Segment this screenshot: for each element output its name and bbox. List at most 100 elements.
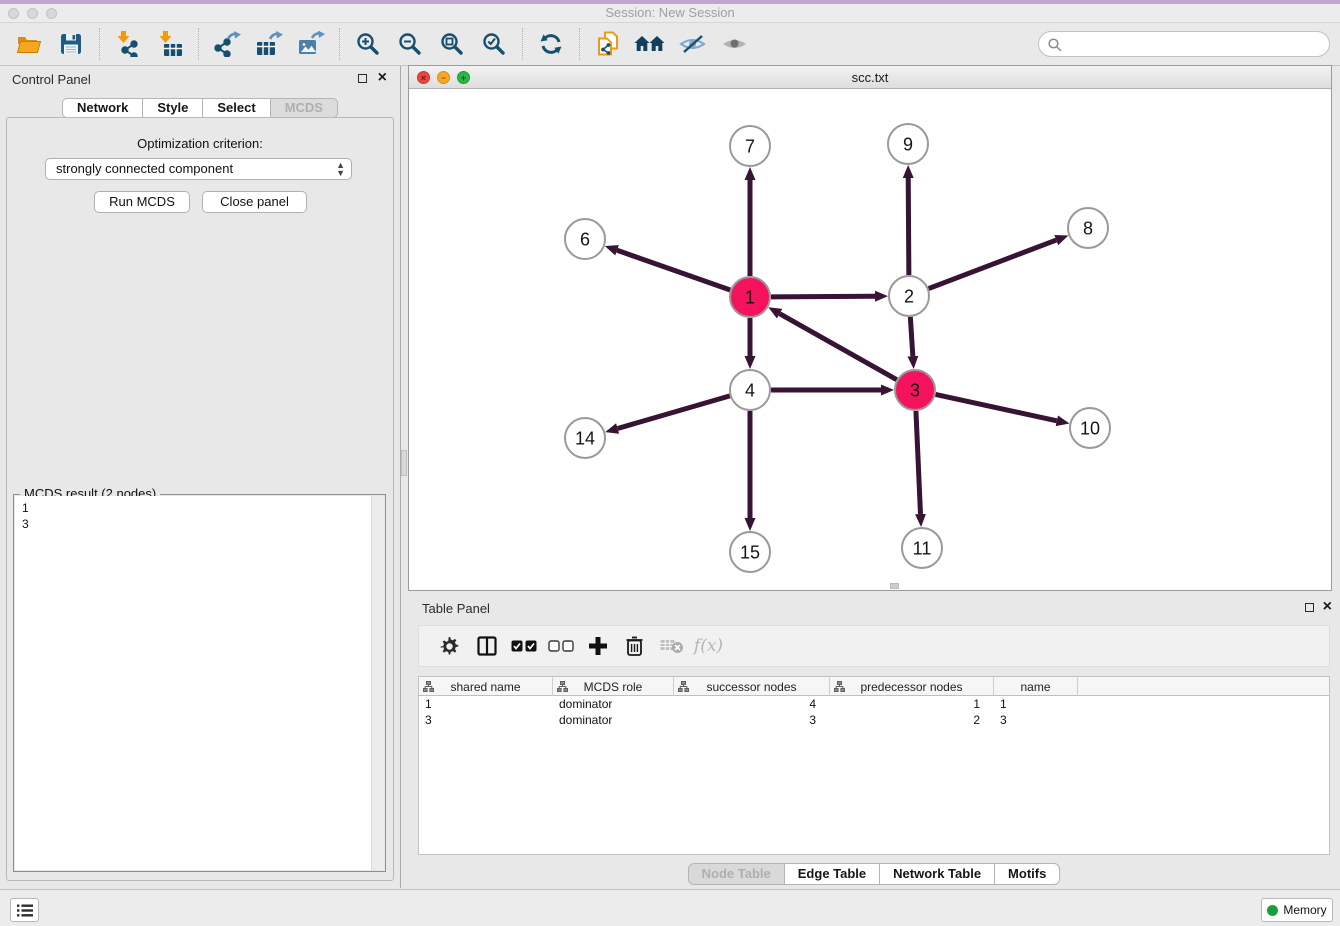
houses-icon bbox=[634, 33, 666, 55]
column-header-label: predecessor nodes bbox=[860, 680, 962, 694]
new-network-from-selection-button[interactable] bbox=[587, 26, 629, 62]
tab-select[interactable]: Select bbox=[203, 98, 270, 118]
edge-2-8[interactable] bbox=[929, 240, 1057, 288]
fx-icon: f(x) bbox=[694, 636, 723, 656]
export-table-button[interactable] bbox=[248, 26, 290, 62]
search-input[interactable] bbox=[1067, 33, 1317, 55]
select-all-rows-button[interactable] bbox=[505, 631, 542, 661]
memory-status-icon bbox=[1267, 905, 1278, 916]
tab-network-table[interactable]: Network Table bbox=[880, 863, 995, 885]
function-builder-button[interactable]: f(x) bbox=[690, 631, 727, 661]
mcds-result-line: 3 bbox=[22, 516, 384, 532]
edge-1-2[interactable] bbox=[771, 296, 875, 297]
table-settings-button[interactable] bbox=[431, 631, 468, 661]
criterion-value: strongly connected component bbox=[56, 161, 233, 176]
edge-3-11[interactable] bbox=[916, 411, 921, 514]
table-row[interactable]: 1dominator411 bbox=[419, 696, 1329, 712]
table-cell: dominator bbox=[553, 696, 674, 712]
zoom-in-icon bbox=[356, 32, 380, 56]
optimization-criterion-label: Optimization criterion: bbox=[0, 136, 400, 151]
tab-network[interactable]: Network bbox=[62, 98, 143, 118]
node-label: 10 bbox=[1080, 418, 1100, 438]
close-table-panel-icon[interactable]: × bbox=[1323, 597, 1332, 617]
canvas-scrollbar-nub[interactable] bbox=[890, 583, 899, 589]
network-graph[interactable]: 7968124314101511 bbox=[409, 89, 1331, 590]
zoom-fit-button[interactable] bbox=[431, 26, 473, 62]
save-session-button[interactable] bbox=[50, 26, 92, 62]
checked-boxes-icon bbox=[511, 640, 537, 652]
optimization-criterion-select[interactable]: strongly connected component ▲▼ bbox=[45, 158, 352, 180]
column-header-successor-nodes[interactable]: successor nodes bbox=[674, 677, 830, 696]
close-panel-icon[interactable]: × bbox=[378, 68, 387, 88]
column-header-shared-name[interactable]: shared name bbox=[419, 677, 553, 696]
tab-style[interactable]: Style bbox=[143, 98, 203, 118]
edge-1-6[interactable] bbox=[617, 250, 730, 290]
node-table: shared nameMCDS role successor nodes prede… bbox=[418, 676, 1330, 855]
delete-table-button[interactable] bbox=[653, 631, 690, 661]
column-layout-button[interactable] bbox=[468, 631, 505, 661]
zoom-out-icon bbox=[398, 32, 422, 56]
apply-layout-button[interactable] bbox=[530, 26, 572, 62]
network-window-titlebar[interactable]: × − + scc.txt bbox=[409, 66, 1331, 89]
tab-motifs[interactable]: Motifs bbox=[995, 863, 1060, 885]
first-neighbors-button[interactable] bbox=[629, 26, 671, 62]
delete-column-button[interactable] bbox=[616, 631, 653, 661]
result-scrollbar[interactable] bbox=[371, 496, 384, 870]
edge-3-1[interactable] bbox=[780, 314, 897, 380]
close-panel-button[interactable]: Close panel bbox=[202, 191, 307, 213]
import-network-icon bbox=[115, 31, 141, 57]
toolbar-separator bbox=[198, 28, 199, 60]
shared-column-icon bbox=[678, 681, 689, 695]
table-cell: 3 bbox=[419, 712, 553, 728]
memory-label: Memory bbox=[1283, 903, 1326, 917]
column-header-label: successor nodes bbox=[706, 680, 796, 694]
memory-button[interactable]: Memory bbox=[1261, 898, 1333, 922]
toolbar-separator bbox=[522, 28, 523, 60]
zoom-in-button[interactable] bbox=[347, 26, 389, 62]
node-table-body: 1dominator4113dominator323 bbox=[419, 696, 1329, 728]
task-history-button[interactable] bbox=[10, 898, 39, 922]
delete-table-icon bbox=[660, 638, 684, 654]
hide-selected-button[interactable] bbox=[671, 26, 713, 62]
shared-column-icon bbox=[423, 681, 434, 695]
table-cell: dominator bbox=[553, 712, 674, 728]
mcds-result-text[interactable]: 13 bbox=[15, 496, 384, 870]
import-table-icon bbox=[157, 31, 183, 57]
column-header-mcds-role[interactable]: MCDS role bbox=[553, 677, 674, 696]
edge-3-10[interactable] bbox=[936, 394, 1057, 420]
tab-node-table[interactable]: Node Table bbox=[688, 863, 785, 885]
import-network-button[interactable] bbox=[107, 26, 149, 62]
float-panel-icon[interactable] bbox=[358, 74, 367, 83]
float-table-panel-icon[interactable] bbox=[1305, 603, 1314, 612]
edge-2-9[interactable] bbox=[908, 178, 909, 275]
column-header-predecessor-nodes[interactable]: predecessor nodes bbox=[830, 677, 994, 696]
table-cell: 1 bbox=[994, 696, 1078, 712]
zoom-selected-button[interactable] bbox=[473, 26, 515, 62]
run-mcds-button[interactable]: Run MCDS bbox=[94, 191, 190, 213]
tab-mcds[interactable]: MCDS bbox=[271, 98, 338, 118]
open-session-button[interactable] bbox=[8, 26, 50, 62]
save-floppy-icon bbox=[60, 33, 82, 55]
gear-icon bbox=[440, 637, 459, 656]
split-pane-handle[interactable] bbox=[401, 450, 407, 476]
export-image-button[interactable] bbox=[290, 26, 332, 62]
tab-edge-table[interactable]: Edge Table bbox=[785, 863, 880, 885]
column-header-name[interactable]: name bbox=[994, 677, 1078, 696]
edge-4-14[interactable] bbox=[618, 396, 730, 429]
toolbar-separator bbox=[579, 28, 580, 60]
open-folder-icon bbox=[16, 33, 42, 55]
table-cell: 2 bbox=[830, 712, 994, 728]
zoom-out-button[interactable] bbox=[389, 26, 431, 62]
control-panel-header: Control Panel × bbox=[0, 66, 400, 94]
export-network-button[interactable] bbox=[206, 26, 248, 62]
import-table-button[interactable] bbox=[149, 26, 191, 62]
search-icon bbox=[1048, 38, 1062, 52]
node-label: 14 bbox=[575, 428, 595, 448]
export-image-icon bbox=[298, 31, 325, 57]
table-row[interactable]: 3dominator323 bbox=[419, 712, 1329, 728]
deselect-all-rows-button[interactable] bbox=[542, 631, 579, 661]
show-all-button[interactable] bbox=[713, 26, 755, 62]
table-cell: 1 bbox=[830, 696, 994, 712]
add-column-button[interactable] bbox=[579, 631, 616, 661]
edge-2-3[interactable] bbox=[910, 317, 912, 356]
